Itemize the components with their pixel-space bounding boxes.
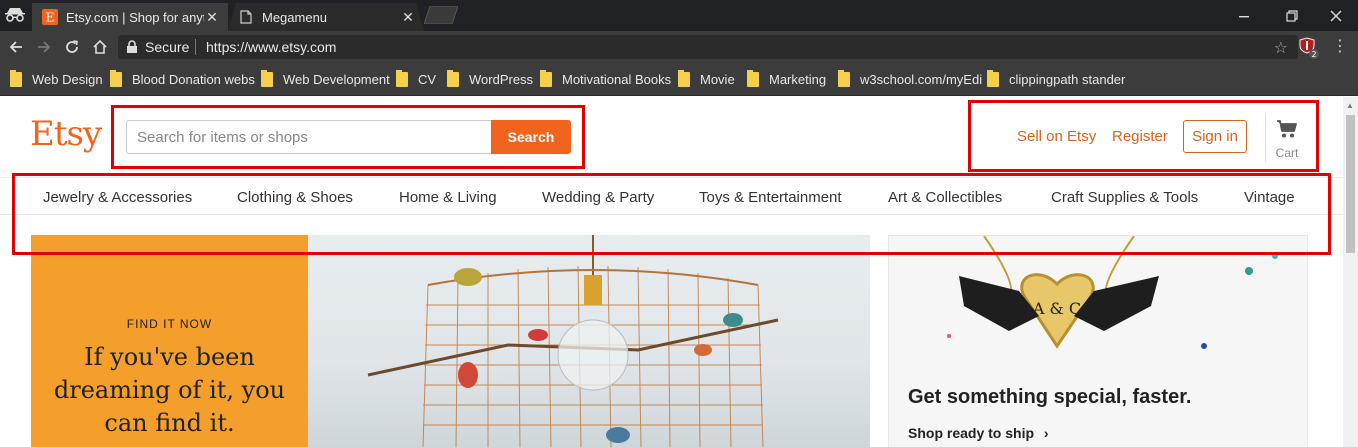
- close-tab-icon[interactable]: ✕: [204, 9, 220, 25]
- tab-etsy[interactable]: E Etsy.com | Shop for anyth ✕: [32, 3, 228, 31]
- bookmark-item[interactable]: w3school.com/myEdi: [838, 69, 982, 88]
- hero-kicker: FIND IT NOW: [126, 317, 213, 331]
- folder-icon: [678, 69, 690, 87]
- etsy-favicon-icon: E: [42, 9, 58, 25]
- annotation-box-categories: [12, 173, 1331, 255]
- secure-label: Secure: [145, 39, 190, 55]
- close-tab-icon[interactable]: ✕: [400, 9, 416, 25]
- minimize-icon[interactable]: [1222, 0, 1266, 31]
- folder-icon: [110, 69, 122, 87]
- hero-banner[interactable]: FIND IT NOW If you've been dreaming of i…: [31, 235, 870, 447]
- chevron-right-icon: ›: [1043, 425, 1049, 441]
- page-scrollbar[interactable]: ▲: [1343, 97, 1358, 447]
- annotation-box-account: [968, 100, 1319, 172]
- bookmark-star-icon[interactable]: ☆: [1274, 38, 1288, 58]
- svg-text:E: E: [46, 11, 55, 25]
- url-text[interactable]: https://www.etsy.com: [206, 39, 336, 55]
- menu-kebab-icon[interactable]: ⋮: [1330, 36, 1350, 58]
- promo-title: Get something special, faster.: [908, 386, 1192, 408]
- bookmark-item[interactable]: Movie: [678, 69, 735, 88]
- divider: [195, 39, 196, 55]
- birdcage-lamp-image: [308, 235, 870, 447]
- hero-tagline: If you've been dreaming of it, you can f…: [53, 343, 286, 437]
- bookmark-item[interactable]: Web Design: [10, 69, 103, 88]
- back-arrow-icon[interactable]: [6, 37, 26, 57]
- address-bar[interactable]: Secure https://www.etsy.com ☆: [118, 35, 1298, 59]
- folder-icon: [540, 69, 552, 87]
- scroll-up-icon[interactable]: ▲: [1346, 101, 1354, 110]
- link-label: Shop ready to ship: [908, 425, 1035, 441]
- extension-badge: 2: [1311, 50, 1316, 59]
- bookmark-item[interactable]: CV: [396, 69, 436, 88]
- tab-title: Megamenu: [262, 9, 328, 25]
- reload-icon[interactable]: [62, 37, 82, 57]
- page-icon: [238, 9, 254, 25]
- folder-icon: [10, 69, 22, 87]
- new-tab-button[interactable]: [424, 6, 458, 24]
- restore-icon[interactable]: [1270, 0, 1314, 31]
- ready-to-ship-promo[interactable]: A & C Get something special, faster. Sho…: [888, 235, 1308, 447]
- folder-icon: [747, 69, 759, 87]
- etsy-logo[interactable]: Etsy: [30, 114, 102, 154]
- incognito-icon: [5, 8, 25, 22]
- scroll-thumb[interactable]: [1346, 115, 1355, 253]
- bookmark-item[interactable]: Web Development: [261, 69, 390, 88]
- bookmark-item[interactable]: Motivational Books: [540, 69, 671, 88]
- necklace-engraving: A & C: [1032, 299, 1081, 318]
- folder-icon: [261, 69, 273, 87]
- close-window-icon[interactable]: [1314, 0, 1358, 31]
- browser-toolbar: Secure https://www.etsy.com ☆ 2 ⋮: [0, 31, 1358, 63]
- bookmarks-bar: Web Design Blood Donation webs Web Devel…: [0, 63, 1358, 96]
- tab-strip: E Etsy.com | Shop for anyth ✕ Megamenu ✕: [0, 0, 1358, 31]
- annotation-box-search: [111, 105, 585, 169]
- forward-arrow-icon[interactable]: [34, 37, 54, 57]
- tab-megamenu[interactable]: Megamenu ✕: [228, 3, 424, 31]
- bookmark-item[interactable]: Blood Donation webs: [110, 69, 255, 88]
- folder-icon: [447, 69, 459, 87]
- hero-promo-panel: FIND IT NOW If you've been dreaming of i…: [31, 235, 308, 447]
- shop-ready-to-ship-link[interactable]: Shop ready to ship ›: [908, 425, 1049, 441]
- tab-title: Etsy.com | Shop for anyth: [66, 9, 204, 25]
- bookmark-item[interactable]: WordPress: [447, 69, 533, 88]
- bookmark-item[interactable]: Marketing: [747, 69, 826, 88]
- folder-icon: [987, 69, 999, 87]
- necklace-image: A & C: [947, 236, 1278, 349]
- bookmark-item[interactable]: clippingpath stander: [987, 69, 1125, 88]
- etsy-page: Etsy Search Sell on Etsy Register Sign i…: [0, 97, 1358, 447]
- shield-extension-icon[interactable]: 2: [1299, 36, 1321, 60]
- folder-icon: [396, 69, 408, 87]
- folder-icon: [838, 69, 850, 87]
- home-icon[interactable]: [90, 37, 110, 57]
- lock-icon: [127, 40, 137, 53]
